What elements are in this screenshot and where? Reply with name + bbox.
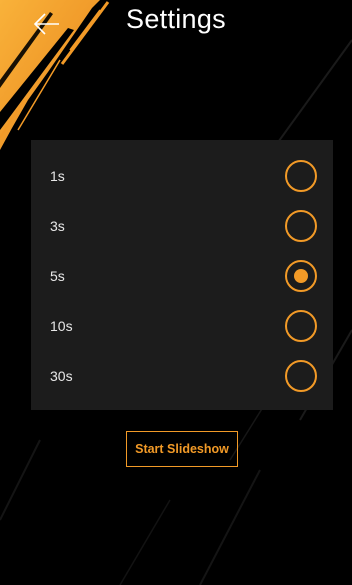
- app-bar: Settings: [0, 0, 352, 56]
- option-label: 1s: [50, 168, 65, 184]
- page-title: Settings: [126, 4, 226, 34]
- option-label: 5s: [50, 268, 65, 284]
- radio-button[interactable]: [285, 160, 317, 192]
- interval-options-panel: 1s 3s 5s 10s 30s: [31, 140, 333, 410]
- interval-option-3s[interactable]: 3s: [31, 201, 333, 251]
- option-label: 30s: [50, 368, 73, 384]
- radio-button[interactable]: [285, 210, 317, 242]
- interval-option-10s[interactable]: 10s: [31, 301, 333, 351]
- radio-button[interactable]: [285, 310, 317, 342]
- radio-button[interactable]: [285, 360, 317, 392]
- radio-button[interactable]: [285, 260, 317, 292]
- interval-option-1s[interactable]: 1s: [31, 151, 333, 201]
- option-label: 3s: [50, 218, 65, 234]
- interval-option-5s[interactable]: 5s: [31, 251, 333, 301]
- start-slideshow-button[interactable]: Start Slideshow: [126, 431, 238, 467]
- option-label: 10s: [50, 318, 73, 334]
- radio-dot: [294, 269, 308, 283]
- interval-option-30s[interactable]: 30s: [31, 351, 333, 401]
